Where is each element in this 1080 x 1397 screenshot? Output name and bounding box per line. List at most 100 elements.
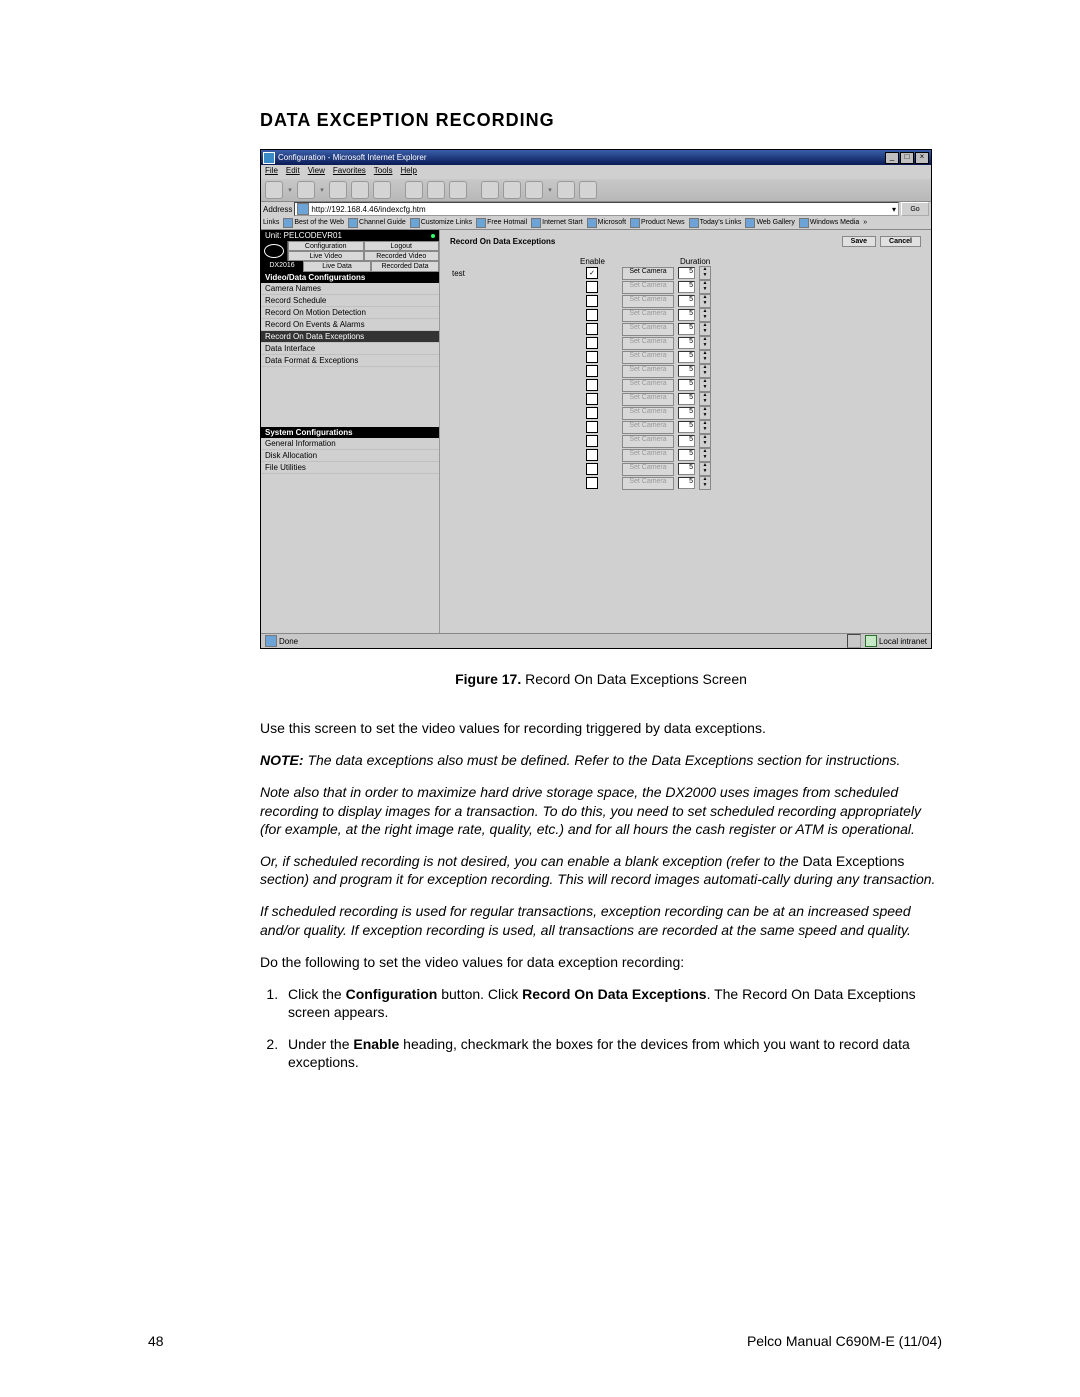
set-camera-button[interactable]: Set Camera — [622, 449, 674, 462]
duration-input[interactable]: 5 — [678, 309, 695, 321]
enable-checkbox[interactable] — [586, 337, 598, 349]
go-button[interactable]: Go — [901, 202, 929, 216]
enable-checkbox[interactable] — [586, 393, 598, 405]
link-channelguide[interactable]: Channel Guide — [348, 218, 406, 228]
favorites-button[interactable] — [427, 181, 445, 199]
duration-spinner[interactable]: ▲▼ — [699, 462, 711, 476]
set-camera-button[interactable]: Set Camera — [622, 365, 674, 378]
set-camera-button[interactable]: Set Camera — [622, 435, 674, 448]
recorded-data-button[interactable]: Recorded Data — [371, 261, 439, 272]
print-button[interactable] — [503, 181, 521, 199]
set-camera-button[interactable]: Set Camera — [622, 351, 674, 364]
duration-input[interactable]: 5 — [678, 281, 695, 293]
set-camera-button[interactable]: Set Camera — [622, 309, 674, 322]
sidebar-item-eventsalarms[interactable]: Record On Events & Alarms — [261, 319, 439, 331]
duration-spinner[interactable]: ▲▼ — [699, 308, 711, 322]
link-todayslinks[interactable]: Today's Links — [689, 218, 742, 228]
mail-button[interactable] — [481, 181, 499, 199]
menu-help[interactable]: Help — [400, 166, 416, 178]
duration-spinner[interactable]: ▲▼ — [699, 420, 711, 434]
duration-input[interactable]: 5 — [678, 463, 695, 475]
enable-checkbox[interactable] — [586, 281, 598, 293]
edit-button[interactable] — [525, 181, 543, 199]
duration-input[interactable]: 5 — [678, 435, 695, 447]
duration-input[interactable]: 5 — [678, 323, 695, 335]
duration-input[interactable]: 5 — [678, 267, 695, 279]
duration-spinner[interactable]: ▲▼ — [699, 448, 711, 462]
links-more-icon[interactable]: » — [863, 219, 867, 226]
set-camera-button[interactable]: Set Camera — [622, 407, 674, 420]
menu-file[interactable]: File — [265, 166, 278, 178]
enable-checkbox[interactable] — [586, 365, 598, 377]
set-camera-button[interactable]: Set Camera — [622, 421, 674, 434]
enable-checkbox[interactable] — [586, 379, 598, 391]
link-freehotmail[interactable]: Free Hotmail — [476, 218, 527, 228]
sidebar-item-datainterface[interactable]: Data Interface — [261, 343, 439, 355]
duration-input[interactable]: 5 — [678, 351, 695, 363]
sidebar-item-diskallocation[interactable]: Disk Allocation — [261, 450, 439, 462]
enable-checkbox[interactable] — [586, 323, 598, 335]
duration-spinner[interactable]: ▲▼ — [699, 378, 711, 392]
logout-button[interactable]: Logout — [364, 241, 440, 251]
sidebar-item-motiondetection[interactable]: Record On Motion Detection — [261, 307, 439, 319]
duration-spinner[interactable]: ▲▼ — [699, 322, 711, 336]
duration-input[interactable]: 5 — [678, 477, 695, 489]
home-button[interactable] — [373, 181, 391, 199]
duration-input[interactable]: 5 — [678, 337, 695, 349]
duration-input[interactable]: 5 — [678, 379, 695, 391]
sidebar-item-dataformat[interactable]: Data Format & Exceptions — [261, 355, 439, 367]
forward-button[interactable] — [297, 181, 315, 199]
duration-input[interactable]: 5 — [678, 407, 695, 419]
menu-edit[interactable]: Edit — [286, 166, 300, 178]
set-camera-button[interactable]: Set Camera — [622, 281, 674, 294]
stop-button[interactable] — [329, 181, 347, 199]
duration-spinner[interactable]: ▲▼ — [699, 364, 711, 378]
menu-view[interactable]: View — [308, 166, 325, 178]
sidebar-item-dataexceptions[interactable]: Record On Data Exceptions — [261, 331, 439, 343]
live-video-button[interactable]: Live Video — [288, 251, 364, 261]
minimize-button[interactable]: _ — [885, 152, 899, 164]
set-camera-button[interactable]: Set Camera — [622, 267, 674, 280]
discuss-button[interactable] — [557, 181, 575, 199]
duration-input[interactable]: 5 — [678, 295, 695, 307]
set-camera-button[interactable]: Set Camera — [622, 379, 674, 392]
cancel-button[interactable]: Cancel — [880, 236, 921, 247]
address-input[interactable]: http://192.168.4.46/indexcfg.htm ▾ — [294, 202, 899, 216]
enable-checkbox[interactable] — [586, 463, 598, 475]
enable-checkbox[interactable] — [586, 435, 598, 447]
link-productnews[interactable]: Product News — [630, 218, 685, 228]
save-button[interactable]: Save — [842, 236, 876, 247]
sidebar-item-cameranames[interactable]: Camera Names — [261, 283, 439, 295]
sidebar-item-recordschedule[interactable]: Record Schedule — [261, 295, 439, 307]
enable-checkbox[interactable] — [586, 421, 598, 433]
duration-input[interactable]: 5 — [678, 365, 695, 377]
live-data-button[interactable]: Live Data — [303, 261, 371, 272]
link-microsoft[interactable]: Microsoft — [587, 218, 626, 228]
duration-input[interactable]: 5 — [678, 393, 695, 405]
maximize-button[interactable]: □ — [900, 152, 914, 164]
duration-spinner[interactable]: ▲▼ — [699, 434, 711, 448]
address-dropdown-icon[interactable]: ▾ — [892, 205, 896, 214]
duration-spinner[interactable]: ▲▼ — [699, 280, 711, 294]
messenger-button[interactable] — [579, 181, 597, 199]
set-camera-button[interactable]: Set Camera — [622, 295, 674, 308]
enable-checkbox[interactable] — [586, 477, 598, 489]
set-camera-button[interactable]: Set Camera — [622, 337, 674, 350]
set-camera-button[interactable]: Set Camera — [622, 477, 674, 490]
duration-input[interactable]: 5 — [678, 421, 695, 433]
history-button[interactable] — [449, 181, 467, 199]
link-customize[interactable]: Customize Links — [410, 218, 472, 228]
duration-spinner[interactable]: ▲▼ — [699, 336, 711, 350]
close-button[interactable]: × — [915, 152, 929, 164]
enable-checkbox[interactable] — [586, 351, 598, 363]
link-webgallery[interactable]: Web Gallery — [745, 218, 794, 228]
link-windowsmedia[interactable]: Windows Media — [799, 218, 859, 228]
enable-checkbox[interactable] — [586, 309, 598, 321]
search-button[interactable] — [405, 181, 423, 199]
duration-spinner[interactable]: ▲▼ — [699, 406, 711, 420]
sidebar-item-fileutilities[interactable]: File Utilities — [261, 462, 439, 474]
duration-spinner[interactable]: ▲▼ — [699, 476, 711, 490]
enable-checkbox[interactable] — [586, 407, 598, 419]
enable-checkbox[interactable] — [586, 295, 598, 307]
duration-spinner[interactable]: ▲▼ — [699, 294, 711, 308]
